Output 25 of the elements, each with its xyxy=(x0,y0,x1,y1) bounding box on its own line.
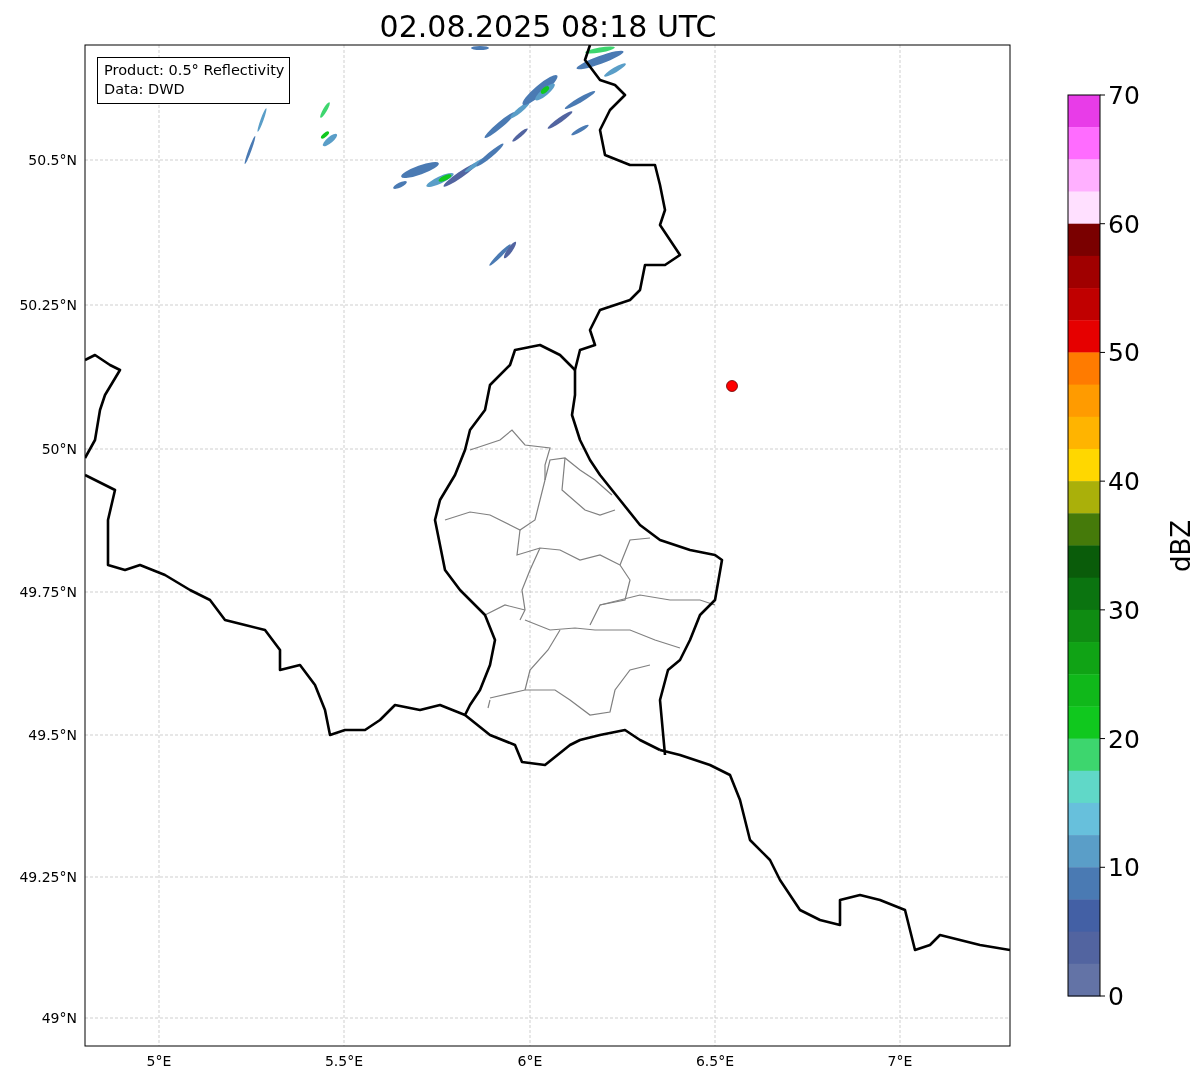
legend-text: Product: 0.5° Reflectivity xyxy=(104,61,285,80)
colorbar-label: dBZ xyxy=(1166,519,1196,573)
longitude-label: 6.5°E xyxy=(695,1053,735,1069)
location-marker xyxy=(726,380,738,392)
longitude-label: 5°E xyxy=(146,1053,172,1069)
latitude-label: 49.25°N xyxy=(19,869,77,885)
colorbar-tick-label: 20 xyxy=(1108,724,1140,754)
colorbar-tick-label: 0 xyxy=(1108,982,1124,1011)
latitude-label: 50.5°N xyxy=(28,152,77,168)
latitude-label: 49°N xyxy=(41,1010,77,1026)
longitude-label: 7°E xyxy=(887,1053,913,1069)
legend-text: Data: DWD xyxy=(104,80,186,99)
longitude-label: 5.5°E xyxy=(324,1053,364,1069)
page-title: 02.08.2025 08:18 UTC xyxy=(379,9,717,44)
longitude-label: 6°E xyxy=(517,1053,543,1069)
colorbar-tick-label: 60 xyxy=(1108,209,1140,239)
colorbar-tick-label: 10 xyxy=(1108,853,1140,883)
latitude-label: 50.25°N xyxy=(19,297,77,313)
latitude-label: 50°N xyxy=(41,441,77,457)
colorbar-tick-label: 50 xyxy=(1108,338,1140,368)
latitude-label: 49.5°N xyxy=(28,727,77,743)
colorbar-tick-label: 40 xyxy=(1108,467,1140,497)
latitude-label: 49.75°N xyxy=(19,584,77,600)
colorbar-tick-label: 30 xyxy=(1108,595,1140,625)
colorbar-tick-label: 70 xyxy=(1108,81,1140,110)
